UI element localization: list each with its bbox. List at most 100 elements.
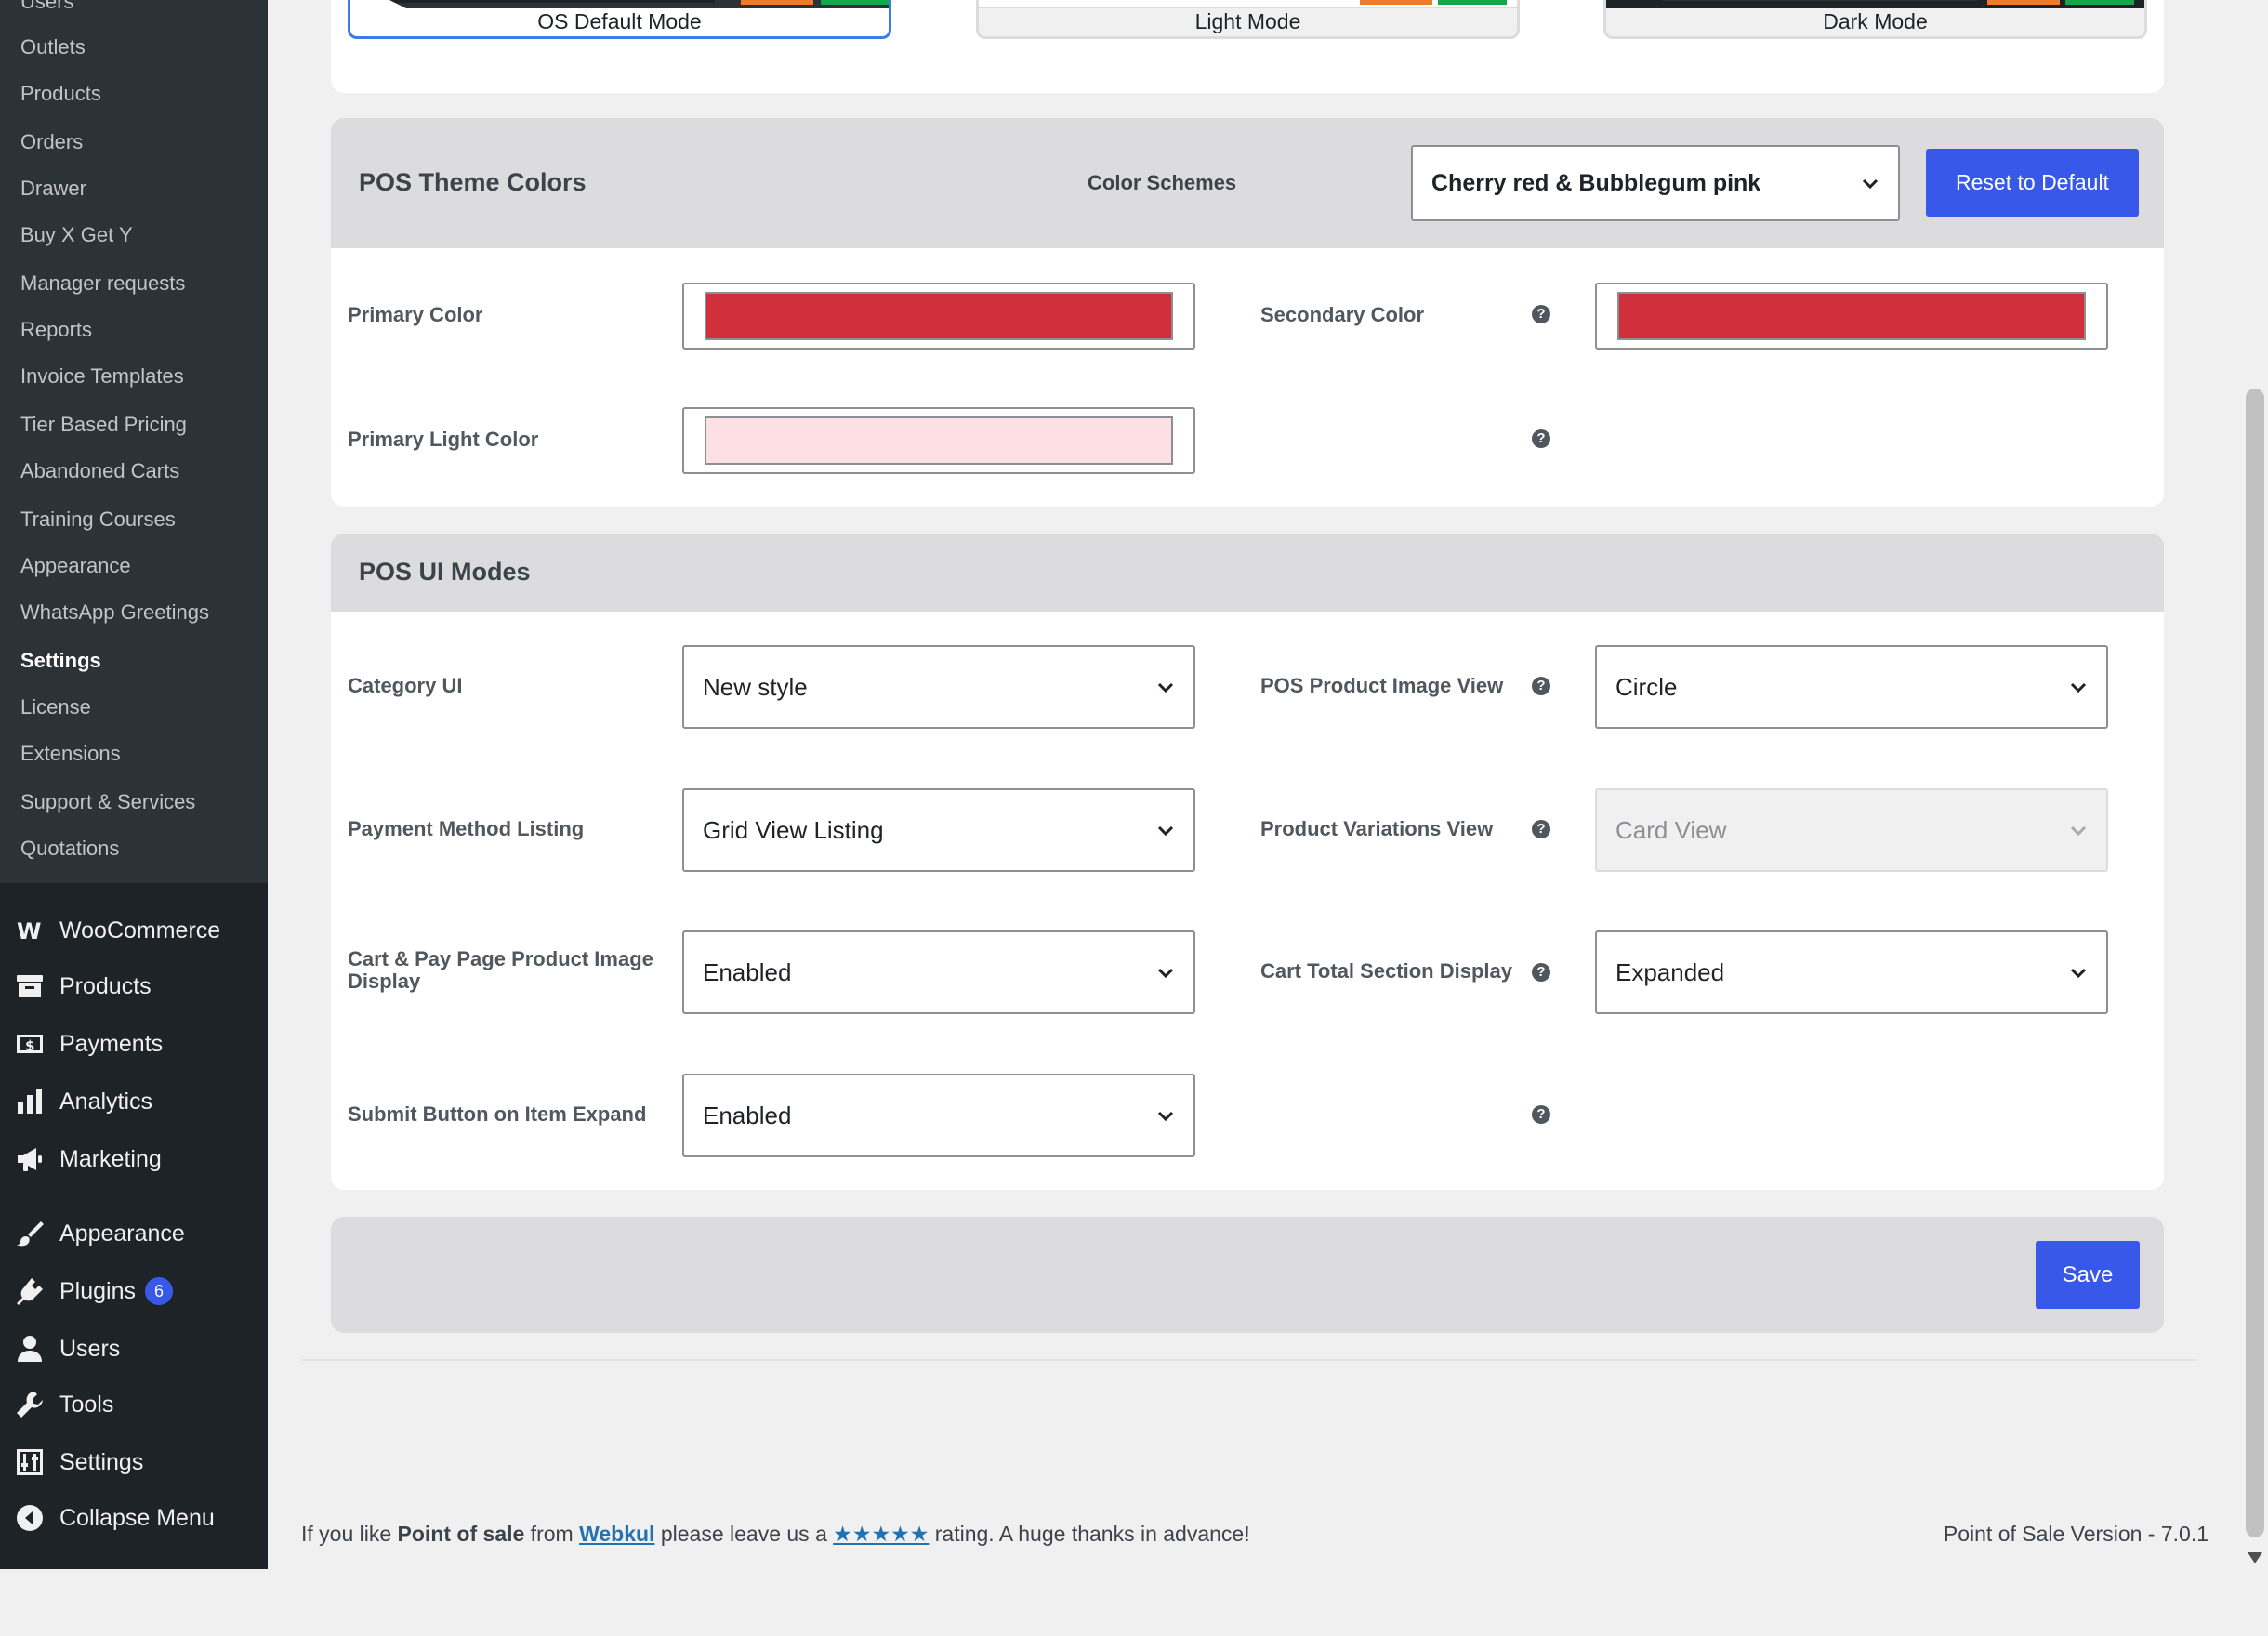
submenu-item-orders[interactable]: Orders <box>20 124 83 161</box>
color-scheme-select[interactable]: Cherry red & Bubblegum pink <box>1411 145 1900 221</box>
menu-item-settings[interactable]: Settings <box>0 1436 268 1488</box>
menu-item-payments[interactable]: $ Payments <box>0 1018 268 1070</box>
scrollbar-thumb[interactable] <box>2246 389 2264 1537</box>
submenu-item-settings[interactable]: Settings <box>20 642 101 679</box>
menu-item-marketing[interactable]: Marketing <box>0 1133 268 1185</box>
submenu-item-support-services[interactable]: Support & Services <box>20 784 195 821</box>
primary-light-color-picker[interactable] <box>682 407 1195 474</box>
menu-item-label: Payments <box>59 1030 164 1057</box>
help-icon[interactable]: ? <box>1532 820 1550 838</box>
wrench-icon <box>0 1379 59 1431</box>
divider <box>301 1359 2197 1361</box>
submenu-item-users[interactable]: Users <box>20 0 73 20</box>
chevron-down-icon <box>1154 819 1177 841</box>
menu-item-label: Products <box>59 972 152 999</box>
selected-value: Card View <box>1615 815 1727 844</box>
submenu-item-license[interactable]: License <box>20 689 91 726</box>
submenu-item-outlets[interactable]: Outlets <box>20 29 86 66</box>
payment-method-listing-select[interactable]: Grid View Listing <box>682 788 1195 872</box>
mode-label: Light Mode <box>1194 9 1301 33</box>
rating-stars-link[interactable]: ★★★★★ <box>833 1522 929 1546</box>
submenu-item-reports[interactable]: Reports <box>20 311 92 349</box>
menu-item-appearance[interactable]: Appearance <box>0 1207 268 1260</box>
plugin-icon <box>0 1265 59 1317</box>
primary-light-color-label: Primary Light Color <box>348 428 539 451</box>
mode-option-os-default[interactable]: OS Default Mode <box>348 0 891 39</box>
selected-value: Cherry red & Bubblegum pink <box>1431 169 1761 196</box>
submenu-item-drawer[interactable]: Drawer <box>20 170 86 207</box>
megaphone-icon <box>0 1133 59 1185</box>
mode-preview-thumbnail <box>350 0 889 8</box>
selected-value: Enabled <box>703 957 792 986</box>
submenu-item-extensions[interactable]: Extensions <box>20 735 121 772</box>
pos-ui-modes-card: POS UI Modes Category UI New style ? POS… <box>331 534 2164 1190</box>
admin-sidebar: Users Outlets Products Orders Drawer Buy… <box>0 0 268 1569</box>
submenu-item-quotations[interactable]: Quotations <box>20 830 119 867</box>
mode-option-light[interactable]: Light Mode <box>976 0 1520 39</box>
menu-item-products[interactable]: Products <box>0 960 268 1012</box>
product-image-view-label: POS Product Image View <box>1260 674 1504 697</box>
mode-option-dark[interactable]: Dark Mode <box>1603 0 2147 39</box>
archive-icon <box>0 960 59 1012</box>
submenu-item-whatsapp-greetings[interactable]: WhatsApp Greetings <box>20 594 209 631</box>
submit-on-expand-select[interactable]: Enabled <box>682 1074 1195 1157</box>
save-bar: Save <box>331 1217 2164 1333</box>
save-button[interactable]: Save <box>2036 1241 2140 1309</box>
product-variations-view-label: Product Variations View <box>1260 817 1494 840</box>
woocommerce-icon: W <box>0 904 59 957</box>
category-ui-select[interactable]: New style <box>682 645 1195 729</box>
mode-label: OS Default Mode <box>537 9 702 33</box>
ui-mode-selector-card: OS Default Mode Light Mode Dark Mode <box>331 0 2164 93</box>
submenu-item-abandoned-carts[interactable]: Abandoned Carts <box>20 453 179 490</box>
chevron-down-icon <box>1154 676 1177 698</box>
plugin-name: Point of sale <box>397 1522 525 1546</box>
primary-color-picker[interactable] <box>682 283 1195 350</box>
cart-total-display-select[interactable]: Expanded <box>1595 930 2108 1014</box>
cart-pay-image-display-select[interactable]: Enabled <box>682 930 1195 1014</box>
selected-value: New style <box>703 672 808 701</box>
menu-item-label: Users <box>59 1335 121 1362</box>
help-icon[interactable]: ? <box>1532 305 1550 323</box>
vendor-link[interactable]: Webkul <box>579 1522 654 1546</box>
menu-item-users[interactable]: Users <box>0 1323 268 1375</box>
primary-color-label: Primary Color <box>348 303 483 326</box>
version-text: Point of Sale Version - 7.0.1 <box>1943 1522 2209 1546</box>
payments-icon: $ <box>0 1018 59 1070</box>
card-header: POS Theme Colors Color Schemes Cherry re… <box>331 118 2164 248</box>
pos-theme-colors-card: POS Theme Colors Color Schemes Cherry re… <box>331 118 2164 507</box>
product-image-view-select[interactable]: Circle <box>1595 645 2108 729</box>
mode-preview-thumbnail <box>979 0 1517 8</box>
submenu-item-buy-x-get-y[interactable]: Buy X Get Y <box>20 217 133 254</box>
submit-on-expand-label: Submit Button on Item Expand <box>348 1102 647 1126</box>
help-icon[interactable]: ? <box>1532 429 1550 448</box>
submenu-item-products[interactable]: Products <box>20 75 101 112</box>
selected-value: Enabled <box>703 1101 792 1129</box>
menu-item-tools[interactable]: Tools <box>0 1379 268 1431</box>
chevron-down-icon <box>2067 961 2090 983</box>
menu-item-analytics[interactable]: Analytics <box>0 1075 268 1128</box>
scroll-down-arrow-icon[interactable] <box>2248 1552 2262 1563</box>
collapse-menu-button[interactable]: Collapse Menu <box>0 1492 268 1544</box>
submenu-item-appearance[interactable]: Appearance <box>20 548 131 585</box>
submenu-item-manager-requests[interactable]: Manager requests <box>20 265 185 302</box>
vertical-scrollbar[interactable] <box>2242 0 2268 1569</box>
primary-color-swatch <box>705 292 1173 340</box>
submenu-item-tier-based-pricing[interactable]: Tier Based Pricing <box>20 406 187 443</box>
section-title: POS UI Modes <box>359 558 531 586</box>
help-icon[interactable]: ? <box>1532 677 1550 695</box>
reset-to-default-button[interactable]: Reset to Default <box>1926 149 2139 217</box>
menu-item-plugins[interactable]: Plugins 6 <box>0 1265 268 1317</box>
product-variations-view-select: Card View <box>1595 788 2108 872</box>
update-count-badge: 6 <box>145 1277 173 1305</box>
help-icon[interactable]: ? <box>1532 963 1550 982</box>
chevron-down-icon <box>2067 819 2090 841</box>
submenu-item-training-courses[interactable]: Training Courses <box>20 501 176 538</box>
footer-rating-text: If you like Point of sale from Webkul pl… <box>301 1522 1250 1546</box>
menu-item-woocommerce[interactable]: W WooCommerce <box>0 904 268 957</box>
help-icon[interactable]: ? <box>1532 1105 1550 1124</box>
menu-item-label: Marketing <box>59 1145 162 1172</box>
card-header: POS UI Modes <box>331 534 2164 612</box>
submenu-item-invoice-templates[interactable]: Invoice Templates <box>20 358 184 395</box>
secondary-color-picker[interactable] <box>1595 283 2108 350</box>
mode-label: Dark Mode <box>1823 9 1928 33</box>
